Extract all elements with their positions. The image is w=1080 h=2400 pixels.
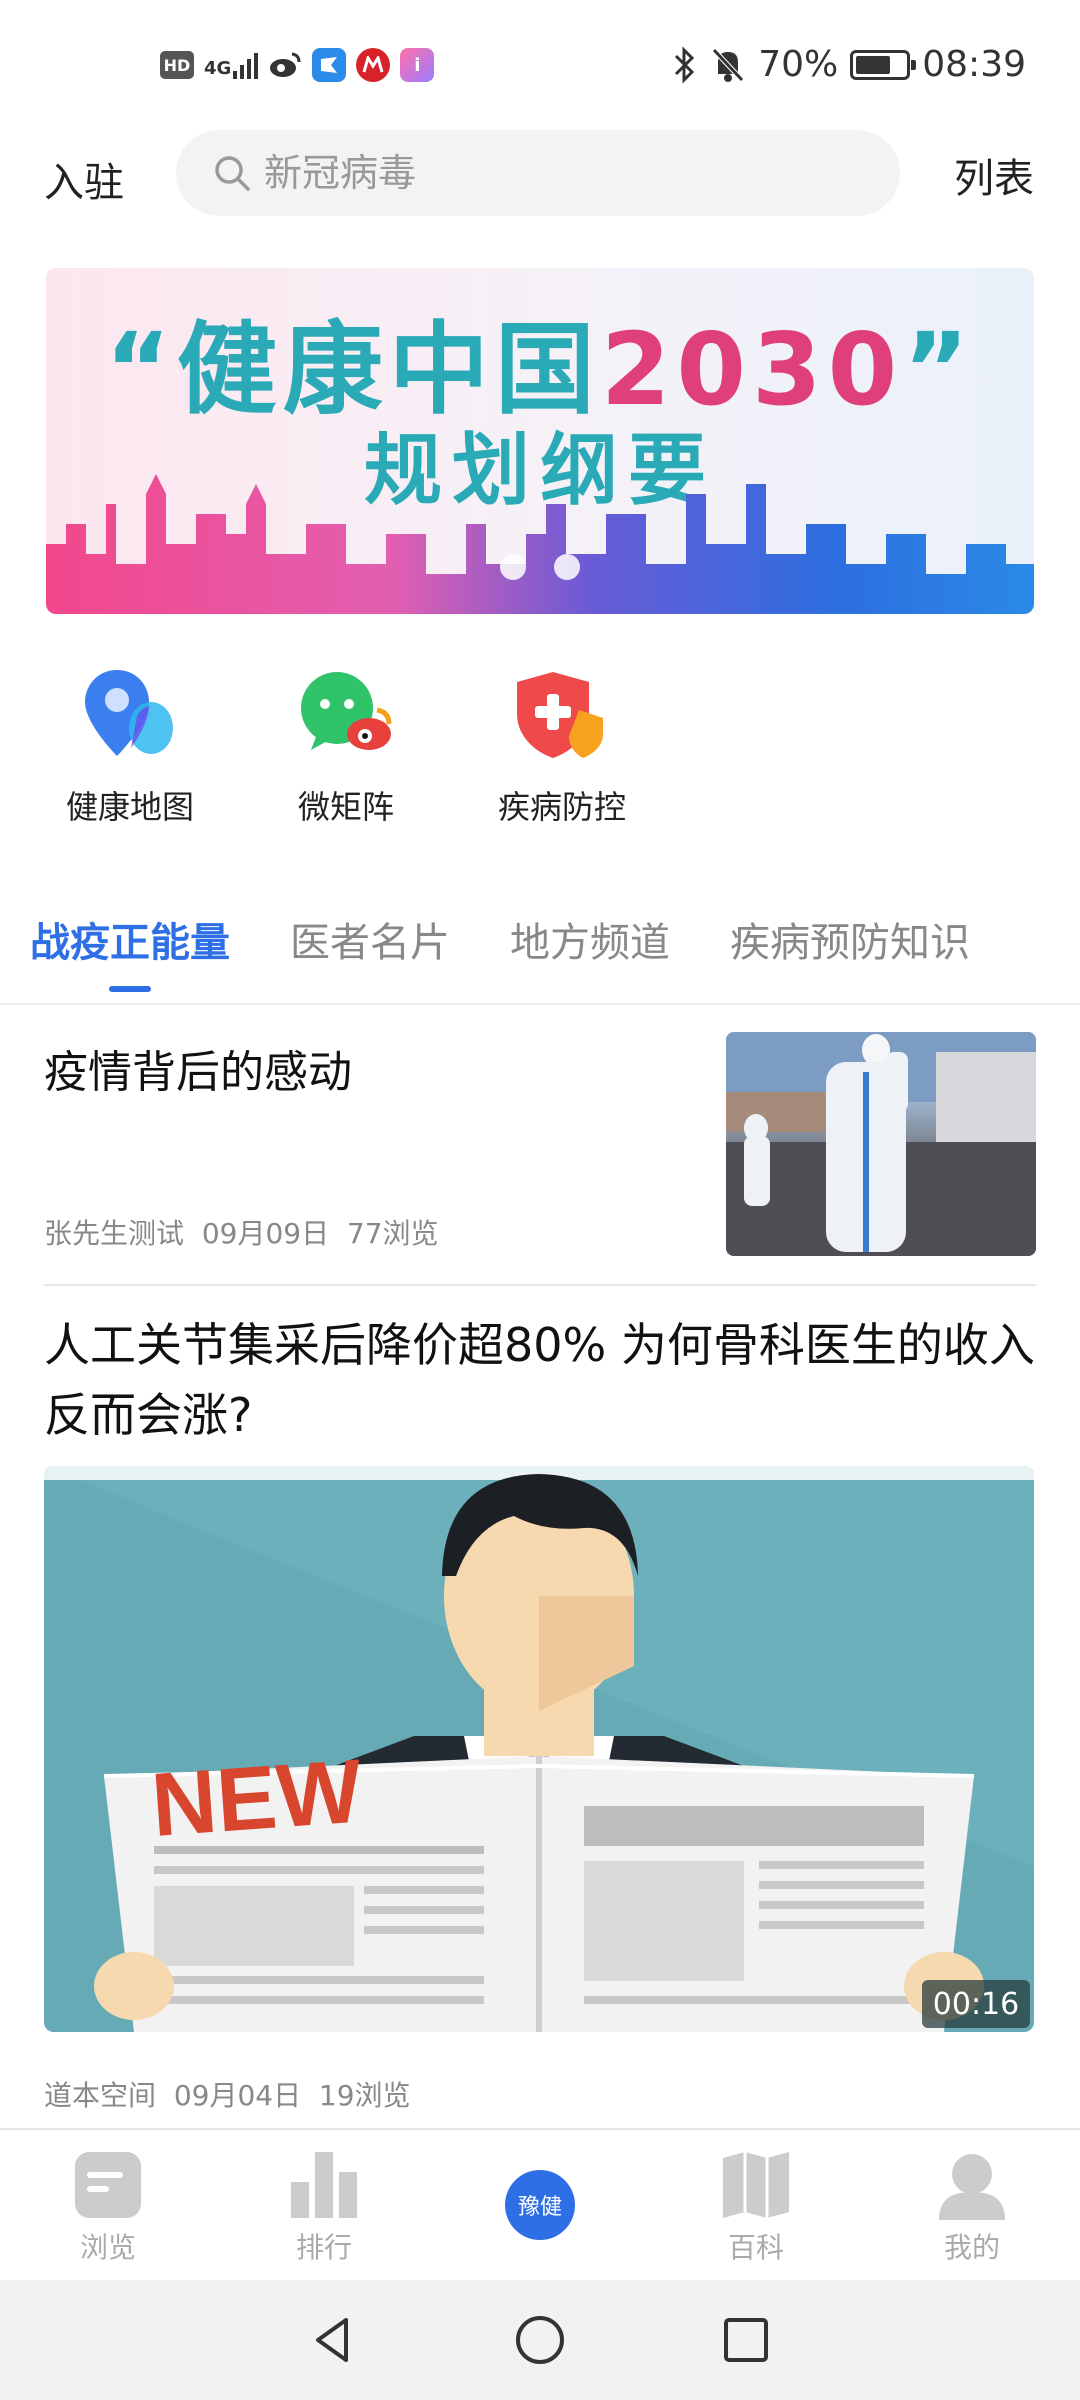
nav-ranking[interactable]: 排行 bbox=[216, 2130, 432, 2280]
status-left-icons: HD 4G i bbox=[160, 48, 435, 82]
tab-fight-epidemic[interactable]: 战疫正能量 bbox=[30, 910, 230, 996]
mute-bell-icon bbox=[712, 47, 745, 82]
quick-action-label: 疾病防控 bbox=[497, 788, 626, 826]
article-divider bbox=[44, 1284, 1036, 1286]
enter-button[interactable]: 入驻 bbox=[44, 150, 124, 208]
nav-label: 我的 bbox=[943, 2231, 1000, 2264]
status-right-icons: 70% 08:39 bbox=[672, 44, 1026, 85]
article-date: 09月04日 bbox=[173, 2079, 302, 2112]
shield-plus-icon bbox=[507, 660, 617, 770]
app-icon-red bbox=[356, 48, 391, 82]
video-duration: 00:16 bbox=[922, 1980, 1030, 2028]
article-title[interactable]: 人工关节集采后降价超80% 为何骨科医生的收入反而会涨? bbox=[44, 1310, 1044, 1450]
quick-action-micro-matrix[interactable]: 微矩阵 bbox=[276, 660, 416, 828]
profile-icon bbox=[939, 2154, 1005, 2220]
browse-icon bbox=[75, 2152, 141, 2218]
wechat-weibo-icon bbox=[291, 660, 401, 770]
quick-action-health-map[interactable]: 健康地图 bbox=[60, 660, 200, 828]
weibo-icon bbox=[268, 48, 303, 82]
back-icon[interactable] bbox=[306, 2312, 362, 2368]
quick-actions: 健康地图 微矩阵 疾病防控 bbox=[60, 660, 632, 828]
status-bar: HD 4G i 70% 08:39 bbox=[0, 0, 1080, 130]
nav-label: 百科 bbox=[727, 2231, 784, 2264]
article-video-thumbnail[interactable]: NEW 00:16 bbox=[44, 1466, 1034, 2032]
article-author: 张先生测试 bbox=[44, 1217, 185, 1250]
tab-doctor-cards[interactable]: 医者名片 bbox=[290, 910, 450, 996]
search-input[interactable] bbox=[264, 151, 864, 195]
app-icon-gradient: i bbox=[400, 48, 435, 82]
list-button[interactable]: 列表 bbox=[954, 146, 1034, 204]
article-title: 疫情背后的感动 bbox=[44, 1047, 352, 1098]
search-bar[interactable] bbox=[176, 130, 900, 216]
quick-action-label: 健康地图 bbox=[65, 788, 194, 826]
nav-label: 排行 bbox=[295, 2231, 352, 2264]
skyline-illustration bbox=[46, 474, 1034, 614]
tabs-divider bbox=[0, 1003, 1080, 1005]
center-logo: 豫健 bbox=[505, 2170, 575, 2240]
home-icon[interactable] bbox=[512, 2312, 568, 2368]
article-meta: 道本空间 09月04日 19浏览 bbox=[44, 2074, 411, 2114]
battery-icon bbox=[850, 49, 917, 80]
clock: 08:39 bbox=[922, 44, 1026, 85]
carousel-dot[interactable] bbox=[500, 554, 526, 580]
tab-local-channel[interactable]: 地方频道 bbox=[510, 910, 670, 996]
app-icon-blue bbox=[312, 48, 347, 82]
ranking-icon bbox=[291, 2152, 357, 2218]
carousel-dots bbox=[500, 554, 580, 580]
nav-encyclopedia[interactable]: 百科 bbox=[648, 2130, 864, 2280]
network-label: 4G bbox=[204, 58, 232, 79]
nav-profile[interactable]: 我的 bbox=[864, 2130, 1080, 2280]
article-views: 19浏览 bbox=[318, 2079, 411, 2112]
quick-action-disease-control[interactable]: 疾病防控 bbox=[492, 660, 632, 828]
article-date: 09月09日 bbox=[201, 1217, 330, 1250]
map-pin-icon bbox=[75, 660, 185, 770]
header: 入驻 列表 bbox=[0, 130, 1080, 230]
article-thumbnail bbox=[726, 1032, 1036, 1256]
nav-browse[interactable]: 浏览 bbox=[0, 2130, 216, 2280]
quick-action-label: 微矩阵 bbox=[297, 788, 394, 826]
signal-icon: 4G bbox=[204, 51, 259, 79]
system-nav-bar bbox=[0, 2280, 1080, 2400]
bottom-nav: 浏览 排行 豫健 百科 我的 bbox=[0, 2128, 1080, 2280]
category-tabs: 战疫正能量 医者名片 地方频道 疾病预防知识 bbox=[30, 910, 1060, 996]
nav-home-center[interactable]: 豫健 bbox=[432, 2130, 648, 2280]
article-meta: 张先生测试 09月09日 77浏览 bbox=[44, 1212, 439, 1252]
hd-icon: HD bbox=[160, 51, 194, 79]
tab-disease-prevention[interactable]: 疾病预防知识 bbox=[730, 910, 970, 996]
article-author: 道本空间 bbox=[44, 2079, 157, 2112]
banner-carousel[interactable]: “健康中国2030” 规划纲要 bbox=[46, 268, 1034, 614]
article-views: 77浏览 bbox=[346, 1217, 439, 1250]
battery-percent: 70% bbox=[758, 44, 839, 85]
book-icon bbox=[723, 2152, 789, 2218]
search-icon bbox=[215, 156, 250, 191]
newspaper-headline: NEW bbox=[148, 1742, 364, 1856]
carousel-dot[interactable] bbox=[554, 554, 580, 580]
article-card[interactable]: 疫情背后的感动 张先生测试 09月09日 77浏览 bbox=[44, 1030, 1036, 1256]
nav-label: 浏览 bbox=[79, 2231, 136, 2264]
recents-icon[interactable] bbox=[718, 2312, 774, 2368]
bluetooth-icon bbox=[675, 45, 695, 84]
